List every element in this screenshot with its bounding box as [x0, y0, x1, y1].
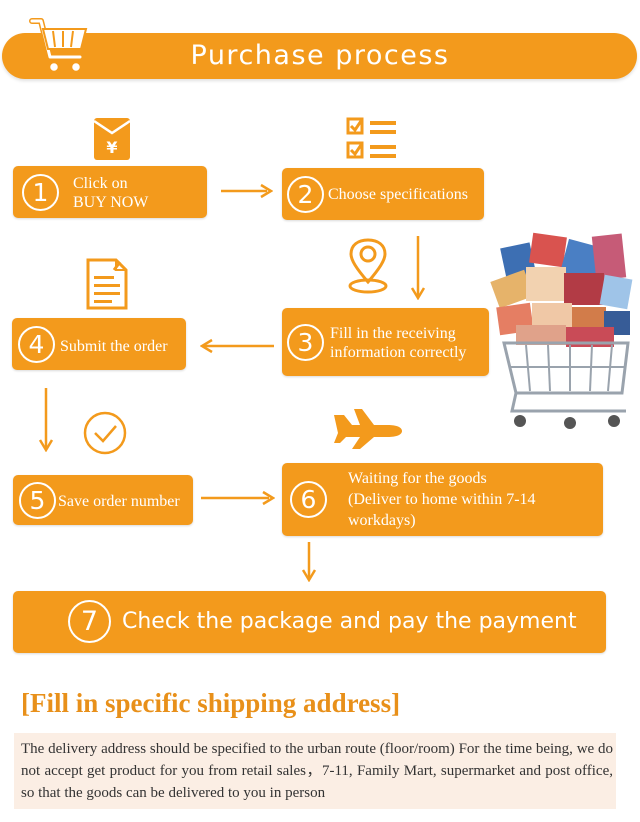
step-3-number: 3 — [287, 324, 324, 361]
shopping-cart-icon — [28, 15, 92, 77]
step-1-number: 1 — [22, 174, 59, 211]
step-2-label: Choose specifications — [328, 186, 468, 203]
step-1-box: 1 Click on BUY NOW — [13, 166, 207, 218]
step-7-label: Check the package and pay the payment — [122, 609, 577, 634]
step-6-box: 6 Waiting for the goods (Deliver to home… — [282, 463, 603, 536]
step-4-box: 4 Submit the order — [12, 318, 186, 370]
arrow-down-icon — [410, 236, 426, 305]
location-pin-icon — [346, 238, 390, 296]
step-2-box: 2 Choose specifications — [282, 168, 484, 220]
step-3-label-line2: information correctly — [330, 344, 467, 361]
red-envelope-yuan-icon: ¥ — [93, 117, 131, 161]
arrow-left-icon — [199, 338, 274, 359]
arrow-right-icon — [201, 490, 276, 511]
step-6-label-line1: Waiting for the goods — [348, 470, 487, 487]
step-6-label-line3: workdays) — [348, 512, 416, 529]
checkmark-circle-icon — [82, 410, 128, 456]
step-3-label-line1: Fill in the receiving — [330, 325, 456, 342]
shopping-cart-full-icon — [476, 225, 634, 435]
step-1-label-line1: Click on — [73, 175, 128, 192]
step-4-number: 4 — [18, 326, 55, 363]
shipping-title: [Fill in specific shipping address] — [21, 688, 401, 718]
arrow-down-icon — [38, 388, 54, 457]
step-1-label-line2: BUY NOW — [73, 194, 149, 211]
arrow-right-icon — [221, 183, 274, 204]
step-5-box: 5 Save order number — [13, 475, 193, 525]
svg-text:¥: ¥ — [106, 138, 117, 157]
document-icon — [86, 258, 130, 310]
step-3-box: 3 Fill in the receiving information corr… — [282, 308, 489, 376]
step-5-label: Save order number — [58, 493, 180, 510]
checklist-icon — [346, 116, 398, 162]
page-title: Purchase process — [190, 40, 450, 71]
shipping-note: The delivery address should be specified… — [14, 733, 616, 809]
step-7-box: 7 Check the package and pay the payment — [13, 591, 606, 653]
airplane-icon — [330, 405, 406, 449]
arrow-down-icon — [301, 542, 317, 587]
step-5-number: 5 — [19, 482, 56, 519]
step-6-label-line2: (Deliver to home within 7-14 — [348, 491, 536, 508]
step-4-label: Submit the order — [60, 338, 168, 355]
step-6-number: 6 — [290, 481, 327, 518]
step-2-number: 2 — [287, 176, 324, 213]
shipping-text: The delivery address should be specified… — [21, 741, 613, 801]
step-7-number: 7 — [68, 600, 111, 643]
